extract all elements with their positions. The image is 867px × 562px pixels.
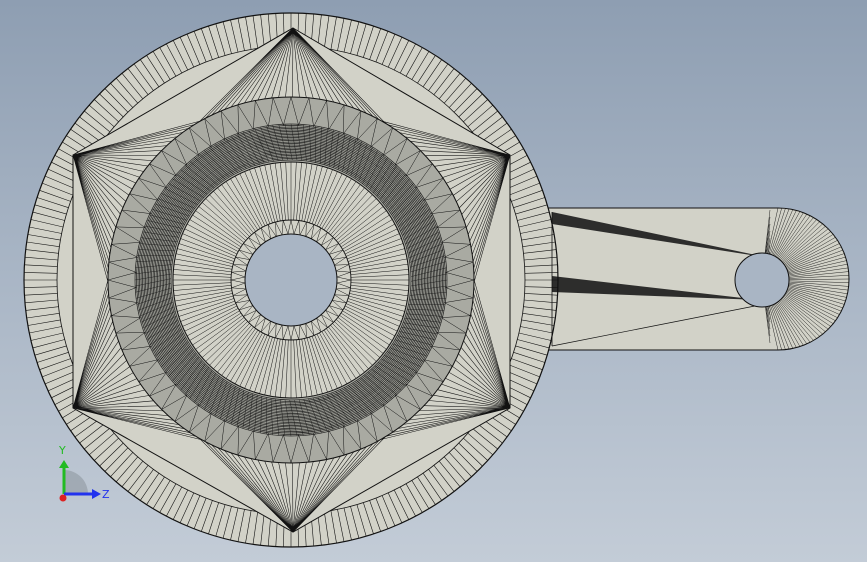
y-axis-label: Y	[58, 444, 66, 457]
mesh-model-view[interactable]	[0, 0, 867, 562]
graphics-viewport[interactable]: Y Z	[0, 0, 867, 562]
meshed-part[interactable]	[23, 12, 850, 548]
central-bore-hole	[244, 233, 338, 327]
reference-triad-icon: Y Z	[58, 444, 110, 502]
lug-hole	[734, 252, 790, 308]
z-axis-label: Z	[102, 488, 110, 501]
z-axis-arrowhead	[92, 489, 101, 499]
y-axis-arrowhead	[59, 460, 69, 468]
x-axis-dot	[59, 494, 67, 502]
triad-plane-shading	[64, 470, 88, 494]
